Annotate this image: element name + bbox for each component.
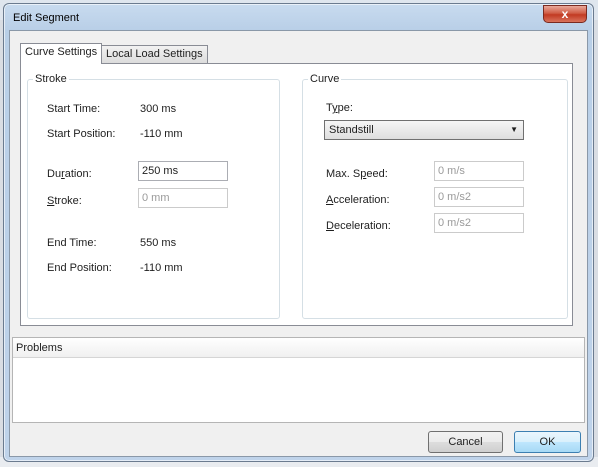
deceleration-label: Deceleration: <box>326 220 391 232</box>
stroke-input[interactable]: 0 mm <box>138 188 228 208</box>
stroke-group: Stroke Start Time: 300 ms Start Position… <box>27 73 280 319</box>
edit-segment-dialog: Edit Segment x Curve Settings Local Load… <box>3 3 594 462</box>
tab-local-load-settings[interactable]: Local Load Settings <box>101 45 208 63</box>
duration-input[interactable]: 250 ms <box>138 161 228 181</box>
acceleration-label: Acceleration: <box>326 194 390 206</box>
end-time-value: 550 ms <box>140 237 177 249</box>
duration-label: Duration: <box>47 168 92 180</box>
start-time-value: 300 ms <box>140 103 177 115</box>
dialog-title: Edit Segment <box>13 12 80 24</box>
close-button[interactable]: x <box>543 5 587 23</box>
start-time-label: Start Time: <box>47 103 101 115</box>
ok-button[interactable]: OK <box>514 431 581 453</box>
problems-header: Problems <box>13 338 584 358</box>
dialog-client-area: Curve Settings Local Load Settings Strok… <box>9 30 588 457</box>
stroke-label: Stroke: <box>47 195 82 207</box>
max-speed-label: Max. Speed: <box>326 168 388 180</box>
start-position-label: Start Position: <box>47 128 116 140</box>
chevron-down-icon: ▼ <box>510 125 518 134</box>
problems-list <box>13 358 584 422</box>
cancel-button[interactable]: Cancel <box>428 431 503 453</box>
stroke-group-label: Stroke <box>33 73 69 85</box>
type-label: Type: <box>326 102 353 114</box>
type-dropdown[interactable]: Standstill ▼ <box>324 120 524 140</box>
curve-settings-panel: Stroke Start Time: 300 ms Start Position… <box>20 63 573 326</box>
end-time-label: End Time: <box>47 237 97 249</box>
acceleration-input[interactable]: 0 m/s2 <box>434 187 524 207</box>
end-position-value: -110 mm <box>140 262 183 274</box>
problems-panel: Problems <box>12 337 585 423</box>
max-speed-input[interactable]: 0 m/s <box>434 161 524 181</box>
curve-group-label: Curve <box>308 73 342 85</box>
tab-curve-settings[interactable]: Curve Settings <box>20 43 103 64</box>
deceleration-input[interactable]: 0 m/s2 <box>434 213 524 233</box>
close-icon: x <box>561 7 569 21</box>
end-position-label: End Position: <box>47 262 112 274</box>
curve-group: Curve Type: Standstill ▼ Max. Speed: 0 m… <box>302 73 568 319</box>
start-position-value: -110 mm <box>140 128 183 140</box>
type-dropdown-value: Standstill <box>329 124 374 136</box>
